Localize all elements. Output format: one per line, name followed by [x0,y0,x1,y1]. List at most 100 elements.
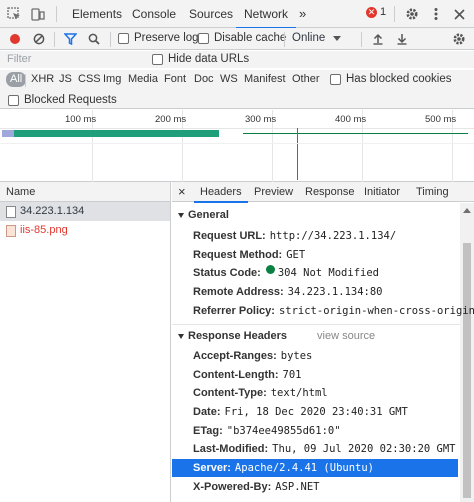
general-row: Remote Address: 34.223.1.134:80 [193,283,456,301]
record-icon[interactable] [6,30,24,48]
disable-cache-checkbox[interactable]: Disable cache [198,32,286,44]
view-source-link[interactable]: view source [317,330,375,342]
has-blocked-cookies-label: Has blocked cookies [346,73,452,85]
blocked-requests-label: Blocked Requests [24,94,117,106]
expand-triangle-icon [178,212,184,218]
tab-sources[interactable]: Sources [187,0,235,28]
clear-icon[interactable] [30,30,48,48]
filter-input[interactable]: Filter [3,52,133,67]
network-overview[interactable]: 100 ms 200 ms 300 ms 400 ms 500 ms [0,110,474,182]
tab-elements[interactable]: Elements [70,0,124,28]
type-css[interactable]: CSS [78,73,101,85]
tab-timing[interactable]: Timing [416,182,449,202]
header-key: Content-Length: [193,369,279,381]
tab-response[interactable]: Response [305,182,355,202]
network-settings-gear-icon[interactable] [450,30,468,48]
header-value: text/html [270,387,328,399]
general-row: Status Code: 304 Not Modified [193,264,456,282]
type-ws[interactable]: WS [220,73,238,85]
header-value: 34.223.1.134:80 [287,286,383,298]
header-value: 304 Not Modified [277,267,379,279]
preserve-log-checkbox[interactable]: Preserve log [118,32,199,44]
header-value: ASP.NET [275,481,320,493]
type-all[interactable]: All [6,72,27,87]
expand-triangle-icon [178,333,184,339]
type-doc[interactable]: Doc [194,73,214,85]
error-count: 1 [380,6,387,18]
hide-data-urls-label: Hide data URLs [168,53,250,65]
tab-console[interactable]: Console [130,0,178,28]
type-other[interactable]: Other [292,73,320,85]
general-row: Referrer Policy: strict-origin-when-cros… [193,302,474,320]
throttling-value: Online [292,32,326,44]
detail-tabs: × Headers Preview Response Initiator Tim… [172,182,474,203]
response-header-row-selected[interactable]: Server: Apache/2.4.41 (Ubuntu) [172,459,458,477]
close-devtools-icon[interactable] [450,5,468,23]
blocked-requests-row: Blocked Requests [0,90,474,109]
filter-funnel-icon[interactable] [61,30,79,48]
type-img[interactable]: Img [103,73,121,85]
tab-headers[interactable]: Headers [194,182,248,203]
general-section-header[interactable]: General [178,209,229,221]
overview-request-bar [2,130,219,137]
tab-preview[interactable]: Preview [254,182,293,202]
header-value: bytes [280,350,313,362]
type-manifest[interactable]: Manifest [244,73,286,85]
request-detail-pane: × Headers Preview Response Initiator Tim… [172,182,474,502]
scroll-thumb[interactable] [463,243,471,498]
resource-type-filter: All XHR JS CSS Img Media Font Doc WS Man… [0,70,474,90]
response-header-row: X-Powered-By: ASP.NET [193,478,456,496]
import-har-icon[interactable] [369,30,387,48]
header-key: Last-Modified: [193,443,269,455]
header-value: strict-origin-when-cross-origin [278,305,474,317]
header-value: Apache/2.4.41 (Ubuntu) [234,462,374,474]
type-media[interactable]: Media [128,73,158,85]
hide-data-urls-checkbox[interactable]: Hide data URLs [152,53,249,65]
header-value: GET [286,249,306,261]
header-key: Content-Type: [193,387,267,399]
error-icon: ✕ [366,6,377,18]
devtools-tabbar: Elements Console Sources Network » ✕ 1 [0,0,474,29]
export-har-icon[interactable] [393,30,411,48]
header-key: ETag: [193,425,223,437]
tab-initiator[interactable]: Initiator [364,182,400,202]
response-headers-section-header[interactable]: Response Headers view source [178,330,375,342]
overview-request-bar-queue [2,130,14,137]
throttling-select[interactable]: Online [292,32,342,44]
error-counter[interactable]: ✕ 1 [366,6,386,18]
search-icon[interactable] [85,30,103,48]
detail-scrollbar[interactable] [460,203,474,502]
header-value: Fri, 18 Dec 2020 23:40:31 GMT [224,406,408,418]
tab-network[interactable]: Network [235,0,297,29]
overview-tick-label: 400 ms [335,114,367,125]
type-js[interactable]: JS [59,73,72,85]
request-row[interactable]: 34.223.1.134 [0,202,170,221]
header-key: Server: [193,462,231,474]
close-detail-button[interactable]: × [178,182,186,202]
type-xhr[interactable]: XHR [31,73,54,85]
scroll-up-icon[interactable] [463,208,471,213]
overview-tick-label: 500 ms [425,114,457,125]
image-icon [6,224,16,237]
has-blocked-cookies-checkbox[interactable]: Has blocked cookies [330,73,451,85]
settings-gear-icon[interactable] [403,5,421,23]
more-tabs-button[interactable]: » [297,0,308,28]
more-options-icon[interactable] [427,5,445,23]
request-name: iis-85.png [20,224,68,236]
name-column-header[interactable]: Name [0,182,170,202]
response-header-row: ETag: "b374ee49855d61:0" [193,422,456,440]
request-row[interactable]: iis-85.png [0,221,170,240]
header-key: Date: [193,406,221,418]
type-font[interactable]: Font [164,73,186,85]
inspect-element-icon[interactable] [5,5,23,23]
header-key: Accept-Ranges: [193,350,277,362]
chevron-down-icon [333,35,342,41]
blocked-requests-checkbox[interactable]: Blocked Requests [8,94,117,106]
response-header-row: Content-Type: text/html [193,384,456,402]
device-toolbar-icon[interactable] [29,5,47,23]
header-key: Referrer Policy: [193,305,275,317]
header-key: Status Code: [193,267,261,279]
header-key: Remote Address: [193,286,284,298]
header-value: "b374ee49855d61:0" [226,425,341,437]
preserve-log-label: Preserve log [134,32,199,44]
